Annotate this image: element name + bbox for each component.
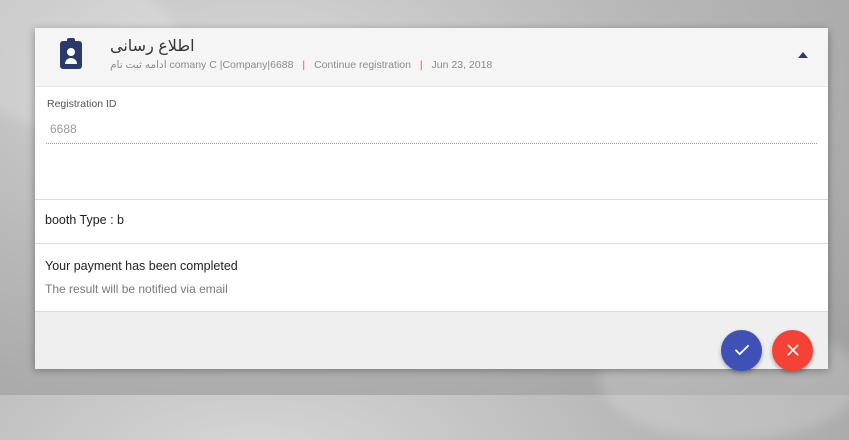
subtitle-separator: | xyxy=(302,59,306,71)
subtitle-rtl: ادامه ثبت نام xyxy=(110,59,167,71)
subtitle-status: Continue registration xyxy=(314,59,411,71)
payment-status-text: Your payment has been completed xyxy=(45,259,238,273)
registration-id-field[interactable]: 6688 xyxy=(50,122,77,136)
card-title: اطلاع رسانی xyxy=(110,38,195,55)
registration-id-label: Registration ID xyxy=(47,98,117,110)
divider xyxy=(35,243,828,244)
subtitle-separator: | xyxy=(419,59,423,71)
close-icon xyxy=(787,344,798,356)
card-footer xyxy=(35,311,828,371)
booth-type-text: booth Type : b xyxy=(45,213,124,227)
card-subtitle: ادامه ثبت نام comany C |Company|6688 | C… xyxy=(110,59,492,71)
id-badge-icon xyxy=(60,38,82,69)
notification-card: اطلاع رسانی ادامه ثبت نام comany C |Comp… xyxy=(35,28,828,371)
subtitle-company: comany C |Company|6688 xyxy=(169,59,294,71)
subtitle-date: Jun 23, 2018 xyxy=(431,59,493,71)
divider xyxy=(35,199,828,200)
check-icon xyxy=(734,344,749,356)
cancel-button[interactable] xyxy=(772,330,813,371)
card-header[interactable]: اطلاع رسانی ادامه ثبت نام comany C |Comp… xyxy=(35,28,828,87)
chevron-up-icon[interactable] xyxy=(798,52,808,58)
confirm-button[interactable] xyxy=(721,330,762,371)
registration-id-underline xyxy=(46,143,817,144)
payment-note-text: The result will be notified via email xyxy=(45,282,228,296)
